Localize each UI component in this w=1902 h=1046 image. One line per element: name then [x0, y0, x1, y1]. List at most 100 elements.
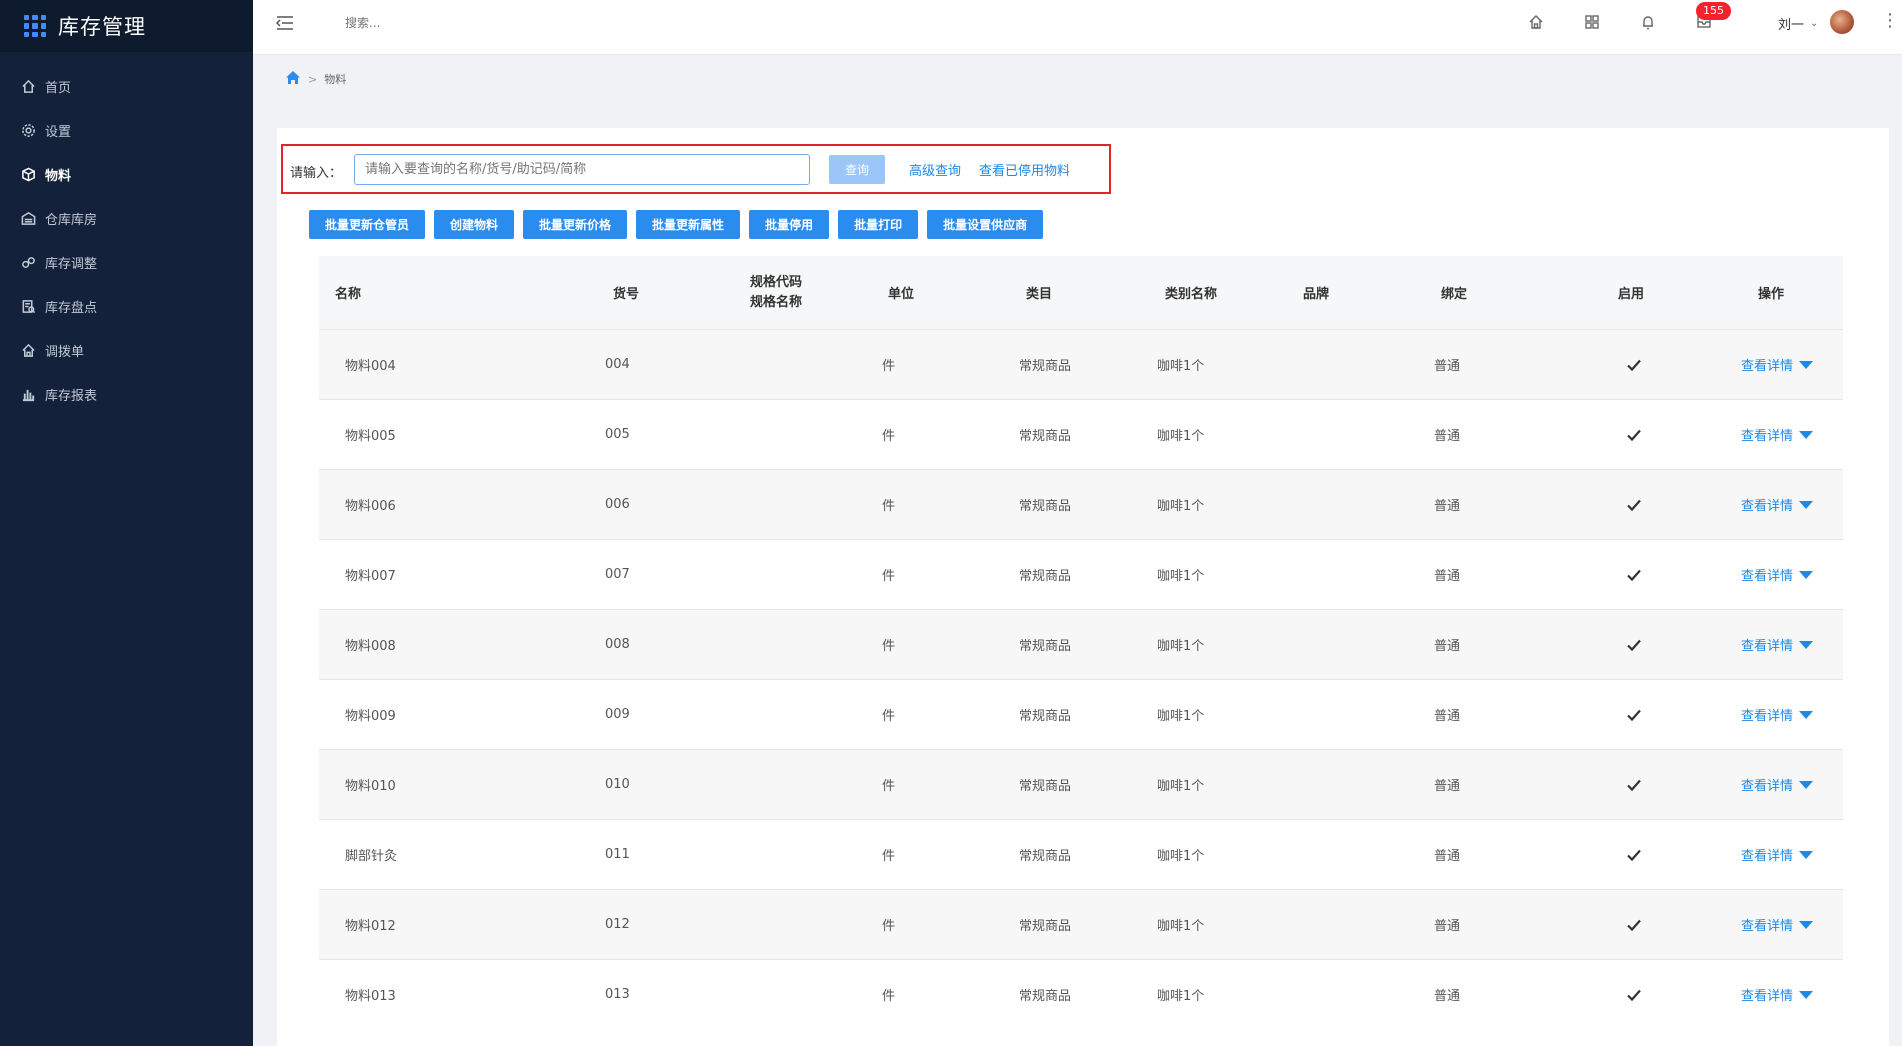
caret-down-icon[interactable] — [1799, 500, 1814, 509]
transfer-icon — [20, 342, 36, 358]
sidebar-item-1[interactable]: 首页 — [0, 64, 253, 108]
user-menu[interactable]: 刘一 ⌄ — [1778, 14, 1818, 33]
table-row[interactable]: 物料008 008 件 常规商品 咖啡1个 普通 查看详情 — [319, 609, 1843, 679]
col-binding: 绑定 — [1441, 287, 1468, 302]
cell-code: 008 — [605, 637, 630, 652]
sidebar-item-label: 设置 — [45, 124, 72, 140]
more-vertical-icon[interactable]: ⋮ — [1881, 10, 1899, 31]
cell-unit: 件 — [882, 709, 896, 724]
view-details-link[interactable]: 查看详情 — [1741, 680, 1814, 749]
col-name: 名称 — [335, 287, 362, 302]
view-details-link[interactable]: 查看详情 — [1741, 820, 1814, 889]
caret-down-icon[interactable] — [1799, 990, 1814, 999]
cell-category-name: 咖啡1个 — [1157, 849, 1205, 864]
col-brand: 品牌 — [1303, 287, 1330, 302]
batch-button-4[interactable]: 批量更新属性 — [636, 210, 741, 239]
cell-code: 011 — [605, 847, 630, 862]
home-icon[interactable] — [285, 70, 301, 88]
col-unit: 单位 — [888, 287, 915, 302]
cell-binding: 普通 — [1434, 359, 1461, 374]
table-row[interactable]: 物料004 004 件 常规商品 咖啡1个 普通 查看详情 — [319, 329, 1843, 399]
cell-binding: 普通 — [1434, 849, 1461, 864]
table-row[interactable]: 脚部针灸 011 件 常规商品 咖啡1个 普通 查看详情 — [319, 819, 1843, 889]
user-name: 刘一 — [1778, 18, 1805, 33]
table-row[interactable]: 物料010 010 件 常规商品 咖啡1个 普通 查看详情 — [319, 749, 1843, 819]
view-details-link[interactable]: 查看详情 — [1741, 750, 1814, 819]
cell-unit: 件 — [882, 569, 896, 584]
advanced-search-link[interactable]: 高级查询 — [909, 160, 961, 179]
batch-button-1[interactable]: 批量更新仓管员 — [309, 210, 426, 239]
cell-name: 物料008 — [345, 639, 396, 654]
sidebar-item-8[interactable]: 库存报表 — [0, 372, 253, 416]
batch-button-3[interactable]: 批量更新价格 — [523, 210, 628, 239]
search-input[interactable] — [354, 154, 810, 185]
view-details-link[interactable]: 查看详情 — [1741, 330, 1814, 399]
cell-code: 012 — [605, 917, 630, 932]
cell-category-name: 咖啡1个 — [1157, 779, 1205, 794]
table-row[interactable]: 物料013 013 件 常规商品 咖啡1个 普通 查看详情 — [319, 959, 1843, 1029]
cell-binding: 普通 — [1434, 569, 1461, 584]
warehouse-icon — [20, 210, 36, 226]
view-disabled-link[interactable]: 查看已停用物料 — [979, 160, 1070, 179]
view-details-link[interactable]: 查看详情 — [1741, 540, 1814, 609]
cell-unit: 件 — [882, 849, 896, 864]
table-row[interactable]: 物料012 012 件 常规商品 咖啡1个 普通 查看详情 — [319, 889, 1843, 959]
top-header: 155 刘一 ⌄ ⋮ — [253, 0, 1902, 55]
bell-icon[interactable] — [1639, 13, 1657, 31]
view-details-link[interactable]: 查看详情 — [1741, 890, 1814, 959]
sidebar-item-7[interactable]: 调拨单 — [0, 328, 253, 372]
sidebar-item-label: 库存报表 — [45, 388, 98, 404]
table-body: 物料004 004 件常规商品 咖啡1个 普通 查看详情 物料005 005 件常规商品 咖啡1个… — [319, 329, 1843, 1029]
batch-button-2[interactable]: 创建物料 — [434, 210, 515, 239]
view-details-label: 查看详情 — [1741, 429, 1794, 444]
table-row[interactable]: 物料005 005 件 常规商品 咖啡1个 普通 查看详情 — [319, 399, 1843, 469]
caret-down-icon[interactable] — [1799, 920, 1814, 929]
batch-button-6[interactable]: 批量打印 — [838, 210, 919, 239]
caret-down-icon[interactable] — [1799, 640, 1814, 649]
caret-down-icon[interactable] — [1799, 850, 1814, 859]
sidebar-item-5[interactable]: 库存调整 — [0, 240, 253, 284]
inventory-check-icon — [20, 298, 36, 314]
cell-binding: 普通 — [1434, 919, 1461, 934]
cell-unit: 件 — [882, 779, 896, 794]
col-enabled: 启用 — [1618, 287, 1645, 302]
bar-chart-icon — [20, 386, 36, 402]
breadcrumb-separator: > — [308, 72, 318, 86]
query-button[interactable]: 查询 — [829, 155, 885, 184]
caret-down-icon[interactable] — [1799, 360, 1814, 369]
caret-down-icon[interactable] — [1799, 710, 1814, 719]
caret-down-icon[interactable] — [1799, 430, 1814, 439]
view-details-link[interactable]: 查看详情 — [1741, 400, 1814, 469]
global-search-input[interactable] — [343, 15, 547, 31]
breadcrumb: > 物料 — [285, 70, 346, 88]
table-row[interactable]: 物料009 009 件 常规商品 咖啡1个 普通 查看详情 — [319, 679, 1843, 749]
sidebar-item-6[interactable]: 库存盘点 — [0, 284, 253, 328]
caret-down-icon[interactable] — [1799, 570, 1814, 579]
table-row[interactable]: 物料006 006 件 常规商品 咖啡1个 普通 查看详情 — [319, 469, 1843, 539]
table-row[interactable]: 物料007 007 件 常规商品 咖啡1个 普通 查看详情 — [319, 539, 1843, 609]
menu-toggle-icon[interactable] — [275, 14, 295, 32]
view-details-link[interactable]: 查看详情 — [1741, 610, 1814, 679]
col-spec: 规格代码 规格名称 — [750, 256, 802, 329]
sidebar-item-2[interactable]: 设置 — [0, 108, 253, 152]
home-icon[interactable] — [1527, 13, 1545, 31]
avatar[interactable] — [1830, 10, 1854, 34]
sidebar-item-4[interactable]: 仓库库房 — [0, 196, 253, 240]
view-details-label: 查看详情 — [1741, 989, 1794, 1004]
view-details-link[interactable]: 查看详情 — [1741, 960, 1814, 1029]
cell-category: 常规商品 — [1019, 989, 1072, 1004]
cell-unit: 件 — [882, 429, 896, 444]
app-grid-icon[interactable] — [24, 15, 46, 37]
view-details-label: 查看详情 — [1741, 359, 1794, 374]
apps-icon[interactable] — [1583, 13, 1601, 31]
caret-down-icon[interactable] — [1799, 780, 1814, 789]
sidebar-item-3[interactable]: 物料 — [0, 152, 253, 196]
cell-name: 物料004 — [345, 359, 396, 374]
cell-category: 常规商品 — [1019, 639, 1072, 654]
cell-unit: 件 — [882, 639, 896, 654]
batch-button-5[interactable]: 批量停用 — [749, 210, 830, 239]
batch-button-7[interactable]: 批量设置供应商 — [927, 210, 1044, 239]
table-header: 名称 货号 规格代码 规格名称 单位 类目 类别名称 品牌 绑定 启用 操作 — [319, 256, 1843, 329]
view-details-link[interactable]: 查看详情 — [1741, 470, 1814, 539]
cell-name: 物料009 — [345, 709, 396, 724]
